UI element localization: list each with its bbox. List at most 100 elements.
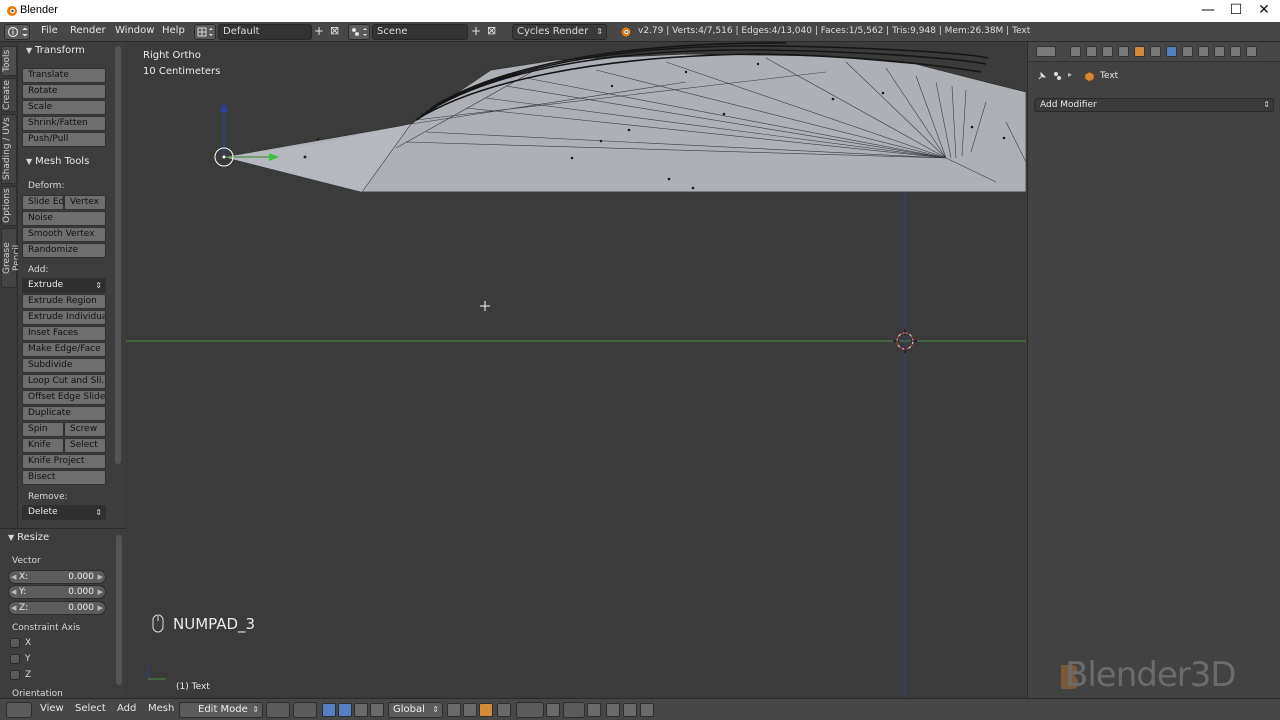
- scene-icon[interactable]: [348, 24, 370, 40]
- operator-panel-scrollbar[interactable]: [116, 535, 122, 685]
- pivot-point-select[interactable]: [293, 702, 317, 718]
- menu-window[interactable]: Window: [115, 25, 154, 36]
- layer-toggle-icon[interactable]: [463, 703, 477, 717]
- delete-screen-icon[interactable]: ⊠: [330, 24, 339, 37]
- viewport-canvas[interactable]: [126, 42, 1026, 698]
- layer-toggle-icon[interactable]: [447, 703, 461, 717]
- rotate-button[interactable]: Rotate: [22, 84, 106, 99]
- slide-edge-button[interactable]: Slide Ed: [22, 195, 64, 210]
- inset-faces-button[interactable]: Inset Faces: [22, 326, 106, 341]
- rotate-manipulator-icon[interactable]: [354, 703, 368, 717]
- menu-view[interactable]: View: [40, 703, 64, 714]
- slide-vertex-button[interactable]: Vertex: [64, 195, 106, 210]
- menu-file[interactable]: File: [41, 25, 58, 36]
- proportional-editing-select[interactable]: [516, 702, 544, 718]
- world-context-icon[interactable]: [1118, 46, 1129, 57]
- delete-menu[interactable]: Delete ⇕: [22, 505, 106, 520]
- tab-grease-pencil[interactable]: Grease Pencil: [1, 228, 22, 288]
- snap-element-select[interactable]: [563, 702, 585, 718]
- decrement-arrow-icon[interactable]: ◀: [11, 586, 16, 598]
- tab-shading-uvs[interactable]: Shading / UVs: [1, 114, 17, 184]
- scene-context-icon[interactable]: [1102, 46, 1113, 57]
- decrement-arrow-icon[interactable]: ◀: [11, 602, 16, 614]
- physics-context-icon[interactable]: [1246, 46, 1257, 57]
- delete-scene-icon[interactable]: ⊠: [487, 24, 496, 37]
- knife-button[interactable]: Knife: [22, 438, 64, 453]
- material-context-icon[interactable]: [1198, 46, 1209, 57]
- editor-type-3d-view-icon[interactable]: [6, 702, 32, 718]
- extrude-region-button[interactable]: Extrude Region: [22, 294, 106, 309]
- menu-render[interactable]: Render: [70, 25, 106, 36]
- editor-type-properties-icon[interactable]: [1036, 46, 1056, 57]
- decrement-arrow-icon[interactable]: ◀: [11, 571, 16, 583]
- noise-button[interactable]: Noise: [22, 211, 106, 226]
- snap-icon[interactable]: [546, 703, 560, 717]
- shrink-fatten-button[interactable]: Shrink/Fatten: [22, 116, 106, 131]
- mode-select[interactable]: Edit Mode ⇕: [179, 702, 263, 718]
- increment-arrow-icon[interactable]: ▶: [98, 586, 103, 598]
- mesh-tools-panel-header[interactable]: ▼ Mesh Tools: [26, 156, 89, 167]
- increment-arrow-icon[interactable]: ▶: [98, 602, 103, 614]
- translate-manipulator-icon[interactable]: [338, 703, 352, 717]
- modifiers-wrench-icon[interactable]: [1166, 46, 1177, 57]
- screw-button[interactable]: Screw: [64, 422, 106, 437]
- loop-cut-and-slide-button[interactable]: Loop Cut and Sli...: [22, 374, 106, 389]
- make-edge-face-button[interactable]: Make Edge/Face: [22, 342, 106, 357]
- randomize-button[interactable]: Randomize: [22, 243, 106, 258]
- translate-button[interactable]: Translate: [22, 68, 106, 83]
- limit-selection-icon[interactable]: [497, 703, 511, 717]
- resize-panel-header[interactable]: ▼ Resize: [8, 532, 49, 543]
- extrude-individual-button[interactable]: Extrude Individual: [22, 310, 106, 325]
- tab-tools[interactable]: Tools: [1, 46, 17, 76]
- vertex-select-icon[interactable]: [479, 703, 493, 717]
- particles-context-icon[interactable]: [1230, 46, 1241, 57]
- transform-panel-header[interactable]: ▼ Transform: [26, 45, 85, 56]
- add-modifier-menu[interactable]: Add Modifier ⇕: [1034, 98, 1274, 112]
- opengl-render-icon[interactable]: [640, 703, 654, 717]
- viewport-shading-select[interactable]: [266, 702, 290, 718]
- constraint-z-checkbox[interactable]: [10, 670, 20, 680]
- increment-arrow-icon[interactable]: ▶: [98, 571, 103, 583]
- menu-select[interactable]: Select: [75, 703, 106, 714]
- tab-options[interactable]: Options: [1, 186, 17, 226]
- knife-select-button[interactable]: Select: [64, 438, 106, 453]
- bisect-button[interactable]: Bisect: [22, 470, 106, 485]
- knife-project-button[interactable]: Knife Project: [22, 454, 106, 469]
- data-context-icon[interactable]: [1182, 46, 1193, 57]
- vector-y-field[interactable]: ◀ Y: 0.000 ▶: [8, 585, 106, 599]
- vector-z-field[interactable]: ◀ Z: 0.000 ▶: [8, 601, 106, 615]
- menu-mesh[interactable]: Mesh: [148, 703, 174, 714]
- 3d-viewport[interactable]: Right Ortho 10 Centimeters NUMPAD_3 (1) …: [126, 42, 1026, 698]
- screen-layout-field[interactable]: Default: [218, 24, 312, 40]
- render-engine-select[interactable]: Cycles Render ⇕: [512, 24, 607, 40]
- scene-field[interactable]: Scene: [372, 24, 468, 40]
- close-icon[interactable]: ✕: [1250, 0, 1278, 22]
- object-context-icon[interactable]: [1134, 46, 1145, 57]
- pin-icon[interactable]: [1036, 70, 1048, 82]
- minimize-icon[interactable]: —: [1194, 0, 1222, 22]
- manipulator-toggle-icon[interactable]: [322, 703, 336, 717]
- vector-x-field[interactable]: ◀ X: 0.000 ▶: [8, 570, 106, 584]
- subdivide-button[interactable]: Subdivide: [22, 358, 106, 373]
- constraint-x-checkbox[interactable]: [10, 638, 20, 648]
- constraint-y-checkbox[interactable]: [10, 654, 20, 664]
- render-preview-icon[interactable]: [606, 703, 620, 717]
- snap-target-icon[interactable]: [587, 703, 601, 717]
- texture-context-icon[interactable]: [1214, 46, 1225, 57]
- render-context-icon[interactable]: [1070, 46, 1081, 57]
- spin-button[interactable]: Spin: [22, 422, 64, 437]
- extrude-menu[interactable]: Extrude ⇕: [22, 278, 106, 293]
- menu-help[interactable]: Help: [162, 25, 185, 36]
- maximize-icon[interactable]: ☐: [1222, 0, 1250, 22]
- editor-type-info-icon[interactable]: [4, 24, 30, 40]
- offset-edge-slide-button[interactable]: Offset Edge Slide: [22, 390, 106, 405]
- render-layers-context-icon[interactable]: [1086, 46, 1097, 57]
- render-animation-icon[interactable]: [623, 703, 637, 717]
- smooth-vertex-button[interactable]: Smooth Vertex: [22, 227, 106, 242]
- screen-layout-icon[interactable]: [194, 24, 216, 40]
- scale-manipulator-icon[interactable]: [370, 703, 384, 717]
- menu-add[interactable]: Add: [117, 703, 136, 714]
- add-scene-icon[interactable]: +: [471, 24, 481, 38]
- transform-orientation-select[interactable]: Global ⇕: [388, 702, 443, 718]
- add-screen-icon[interactable]: +: [314, 24, 324, 38]
